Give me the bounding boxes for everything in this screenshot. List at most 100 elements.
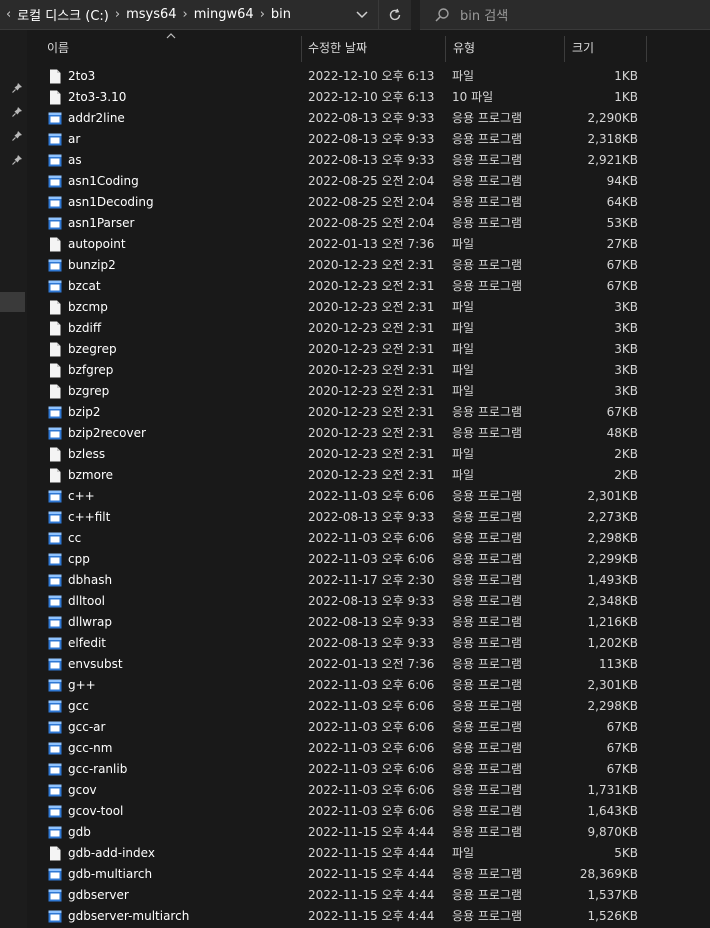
- address-actions: [346, 0, 411, 30]
- file-name: bzdiff: [68, 321, 102, 335]
- file-row[interactable]: 2to3-3.10 2022-12-10 오후 6:13 10 파일 1KB: [27, 87, 710, 108]
- file-row[interactable]: bzgrep 2020-12-23 오전 2:31 파일 3KB: [27, 381, 710, 402]
- file-row[interactable]: bzcmp 2020-12-23 오전 2:31 파일 3KB: [27, 297, 710, 318]
- file-row[interactable]: 2to3 2022-12-10 오후 6:13 파일 1KB: [27, 66, 710, 87]
- file-row[interactable]: gcc 2022-11-03 오후 6:06 응용 프로그램 2,298KB: [27, 696, 710, 717]
- file-type: 응용 프로그램: [452, 888, 523, 902]
- file-row[interactable]: bzcat 2020-12-23 오전 2:31 응용 프로그램 67KB: [27, 276, 710, 297]
- file-row[interactable]: asn1Coding 2022-08-25 오전 2:04 응용 프로그램 94KB: [27, 171, 710, 192]
- file-row[interactable]: elfedit 2022-08-13 오후 9:33 응용 프로그램 1,202KB: [27, 633, 710, 654]
- search-placeholder[interactable]: bin 검색: [460, 5, 508, 24]
- file-row[interactable]: gcc-ar 2022-11-03 오후 6:06 응용 프로그램 67KB: [27, 717, 710, 738]
- file-date: 2022-12-10 오후 6:13: [308, 90, 435, 104]
- file-date: 2020-12-23 오전 2:31: [308, 405, 435, 419]
- address-history-button[interactable]: [346, 0, 378, 30]
- chevron-right-icon[interactable]: ›: [260, 7, 265, 22]
- file-size: 67KB: [606, 279, 638, 293]
- search-box[interactable]: bin 검색: [420, 0, 710, 30]
- file-size: 1KB: [614, 69, 638, 83]
- breadcrumb-msys64[interactable]: msys64: [126, 7, 176, 22]
- file-date: 2022-08-13 오후 9:33: [308, 615, 435, 629]
- file-row[interactable]: gdbserver-multiarch 2022-11-15 오후 4:44 응용 …: [27, 906, 710, 927]
- file-row[interactable]: bzegrep 2020-12-23 오전 2:31 파일 3KB: [27, 339, 710, 360]
- file-type: 파일: [452, 69, 475, 83]
- file-date: 2020-12-23 오전 2:31: [308, 384, 435, 398]
- file-size: 67KB: [606, 720, 638, 734]
- file-row[interactable]: bzdiff 2020-12-23 오전 2:31 파일 3KB: [27, 318, 710, 339]
- file-row[interactable]: bzfgrep 2020-12-23 오전 2:31 파일 3KB: [27, 360, 710, 381]
- file-row[interactable]: ar 2022-08-13 오후 9:33 응용 프로그램 2,318KB: [27, 129, 710, 150]
- file-size: 2,290KB: [587, 111, 638, 125]
- app-icon: [48, 531, 62, 546]
- file-row[interactable]: gcc-nm 2022-11-03 오후 6:06 응용 프로그램 67KB: [27, 738, 710, 759]
- file-size: 1,537KB: [587, 888, 638, 902]
- nav-selected-item[interactable]: [0, 292, 25, 312]
- breadcrumb-bin[interactable]: bin: [271, 7, 291, 22]
- file-row[interactable]: gdbserver 2022-11-15 오후 4:44 응용 프로그램 1,537K…: [27, 885, 710, 906]
- file-name: cpp: [68, 552, 90, 566]
- file-type: 응용 프로그램: [452, 909, 523, 923]
- file-row[interactable]: dllwrap 2022-08-13 오후 9:33 응용 프로그램 1,216KB: [27, 612, 710, 633]
- file-row[interactable]: dbhash 2022-11-17 오후 2:30 응용 프로그램 1,493KB: [27, 570, 710, 591]
- column-size-header[interactable]: 크기: [572, 30, 594, 64]
- file-name: gcov: [68, 783, 97, 797]
- refresh-button[interactable]: [378, 0, 411, 30]
- breadcrumb-local-disk[interactable]: 로컬 디스크 (C:): [17, 5, 109, 24]
- file-type: 파일: [452, 846, 475, 860]
- file-row[interactable]: dlltool 2022-08-13 오후 9:33 응용 프로그램 2,348KB: [27, 591, 710, 612]
- chevron-right-icon[interactable]: ›: [183, 7, 188, 22]
- pin-icon[interactable]: [11, 82, 23, 94]
- file-name: gdbserver-multiarch: [68, 909, 190, 923]
- file-row[interactable]: bzip2 2020-12-23 오전 2:31 응용 프로그램 67KB: [27, 402, 710, 423]
- breadcrumb-mingw64[interactable]: mingw64: [194, 7, 254, 22]
- file-type: 응용 프로그램: [452, 195, 523, 209]
- column-type-header[interactable]: 유형: [453, 30, 475, 64]
- column-divider[interactable]: [646, 36, 647, 62]
- file-date: 2022-11-15 오후 4:44: [308, 867, 435, 881]
- file-row[interactable]: gdb-add-index 2022-11-15 오후 4:44 파일 5KB: [27, 843, 710, 864]
- file-row[interactable]: autopoint 2022-01-13 오전 7:36 파일 27KB: [27, 234, 710, 255]
- file-row[interactable]: addr2line 2022-08-13 오후 9:33 응용 프로그램 2,290K…: [27, 108, 710, 129]
- file-row[interactable]: gcc-ranlib 2022-11-03 오후 6:06 응용 프로그램 67KB: [27, 759, 710, 780]
- column-divider[interactable]: [445, 36, 446, 62]
- chevron-right-icon[interactable]: ›: [115, 7, 120, 22]
- file-size: 2,921KB: [587, 153, 638, 167]
- file-row[interactable]: asn1Parser 2022-08-25 오전 2:04 응용 프로그램 53KB: [27, 213, 710, 234]
- file-row[interactable]: bzip2recover 2020-12-23 오전 2:31 응용 프로그램 48K…: [27, 423, 710, 444]
- pin-icon[interactable]: [11, 154, 23, 166]
- pin-icon[interactable]: [11, 130, 23, 142]
- address-bar[interactable]: ‹ 로컬 디스크 (C:) › msys64 › mingw64 › bin: [0, 0, 411, 30]
- file-row[interactable]: gcov-tool 2022-11-03 오후 6:06 응용 프로그램 1,643K…: [27, 801, 710, 822]
- file-type: 파일: [452, 321, 475, 335]
- file-row[interactable]: bzmore 2020-12-23 오전 2:31 파일 2KB: [27, 465, 710, 486]
- file-row[interactable]: bzless 2020-12-23 오전 2:31 파일 2KB: [27, 444, 710, 465]
- column-name-header[interactable]: 이름: [47, 30, 69, 64]
- file-row[interactable]: gdb 2022-11-15 오후 4:44 응용 프로그램 9,870KB: [27, 822, 710, 843]
- file-row[interactable]: cc 2022-11-03 오후 6:06 응용 프로그램 2,298KB: [27, 528, 710, 549]
- file-row[interactable]: gdb-multiarch 2022-11-15 오후 4:44 응용 프로그램 28…: [27, 864, 710, 885]
- file-row[interactable]: envsubst 2022-01-13 오전 7:36 응용 프로그램 113KB: [27, 654, 710, 675]
- file-row[interactable]: c++filt 2022-08-13 오후 9:33 응용 프로그램 2,273KB: [27, 507, 710, 528]
- column-divider[interactable]: [301, 36, 302, 62]
- file-date: 2022-11-03 오후 6:06: [308, 720, 435, 734]
- file-row[interactable]: c++ 2022-11-03 오후 6:06 응용 프로그램 2,301KB: [27, 486, 710, 507]
- file-date: 2022-11-17 오후 2:30: [308, 573, 435, 587]
- column-divider[interactable]: [564, 36, 565, 62]
- file-date: 2022-08-25 오전 2:04: [308, 174, 435, 188]
- file-row[interactable]: gcov 2022-11-03 오후 6:06 응용 프로그램 1,731KB: [27, 780, 710, 801]
- file-type: 파일: [452, 468, 475, 482]
- file-type: 응용 프로그램: [452, 699, 523, 713]
- app-icon: [48, 489, 62, 504]
- breadcrumb-overflow-icon[interactable]: ‹: [6, 7, 11, 22]
- file-icon: [48, 300, 62, 315]
- file-row[interactable]: as 2022-08-13 오후 9:33 응용 프로그램 2,921KB: [27, 150, 710, 171]
- column-date-header[interactable]: 수정한 날짜: [308, 30, 367, 64]
- file-row[interactable]: asn1Decoding 2022-08-25 오전 2:04 응용 프로그램 64K…: [27, 192, 710, 213]
- file-name: c++filt: [68, 510, 111, 524]
- pin-icon[interactable]: [11, 106, 23, 118]
- file-row[interactable]: bunzip2 2020-12-23 오전 2:31 응용 프로그램 67KB: [27, 255, 710, 276]
- file-icon: [48, 846, 62, 861]
- file-name: 2to3-3.10: [68, 90, 127, 104]
- file-row[interactable]: cpp 2022-11-03 오후 6:06 응용 프로그램 2,299KB: [27, 549, 710, 570]
- file-row[interactable]: g++ 2022-11-03 오후 6:06 응용 프로그램 2,301KB: [27, 675, 710, 696]
